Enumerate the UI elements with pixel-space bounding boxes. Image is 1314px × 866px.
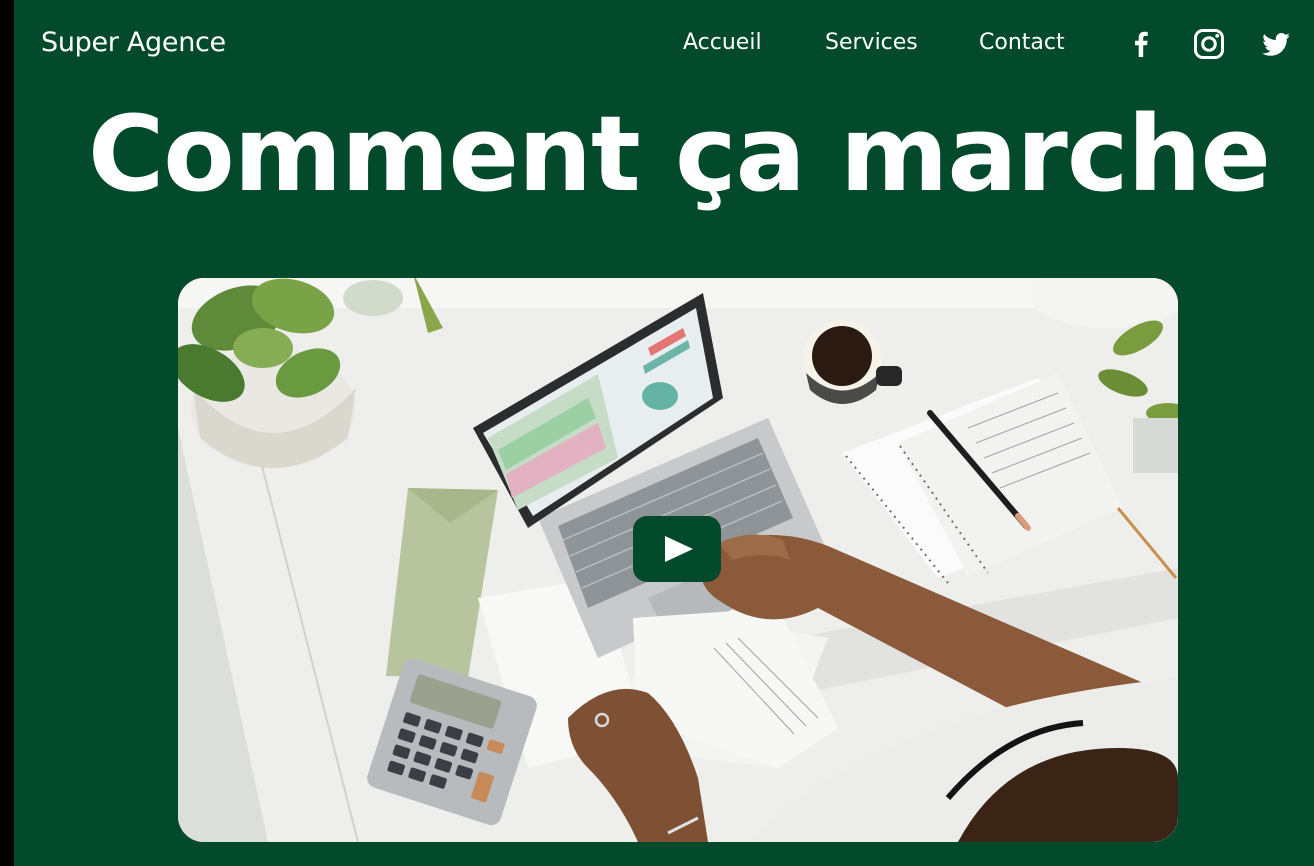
play-icon (665, 536, 693, 562)
nav-item-contact[interactable]: Contact (979, 24, 1065, 62)
page: Super Agence Accueil Services Contact Co… (14, 0, 1314, 866)
play-button[interactable] (633, 516, 721, 582)
nav-item-accueil[interactable]: Accueil (683, 24, 762, 62)
nav-item-services[interactable]: Services (825, 24, 918, 62)
instagram-icon[interactable] (1192, 27, 1226, 61)
facebook-icon[interactable] (1124, 27, 1158, 61)
twitter-icon[interactable] (1259, 27, 1293, 61)
video-player[interactable] (178, 278, 1178, 842)
page-title: Comment ça marche (87, 93, 1271, 215)
main-nav: Accueil Services Contact (14, 24, 1314, 64)
